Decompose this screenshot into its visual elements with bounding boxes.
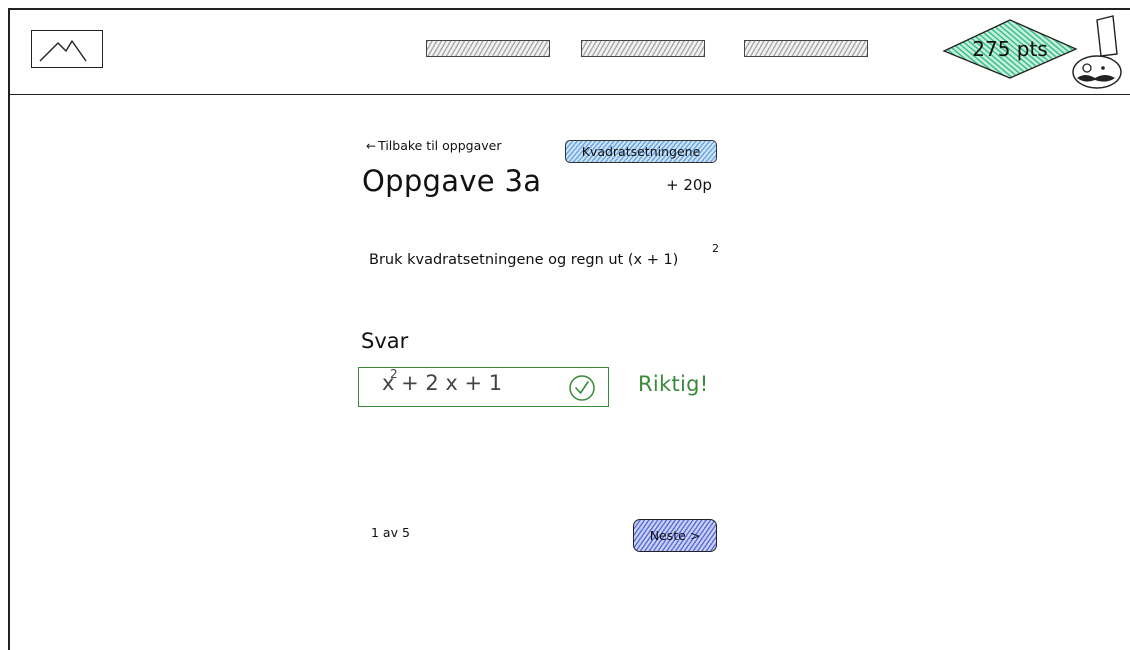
arrow-left-icon: ← [366, 138, 377, 153]
question-body: Bruk kvadratsetningene og regn ut (x + 1… [369, 252, 679, 268]
window-frame [8, 8, 1130, 650]
answer-status: Riktig! [638, 372, 709, 396]
pager: 1 av 5 [371, 525, 410, 540]
topic-tag[interactable]: Kvadratsetningene [565, 140, 717, 163]
page-title: Oppgave 3a [362, 164, 542, 198]
points-badge: 275 pts [940, 18, 1080, 80]
question-text: Bruk kvadratsetningene og regn ut (x + 1… [369, 242, 719, 268]
nav-item-3[interactable] [744, 40, 868, 57]
mountain-icon [39, 40, 87, 62]
answer-value: x2 + 2 x + 1 [382, 367, 503, 395]
points-value: 275 pts [972, 37, 1048, 61]
answer-label: Svar [361, 329, 409, 353]
check-circle-icon [569, 375, 595, 401]
next-button[interactable]: Neste > [633, 519, 717, 552]
chef-avatar-icon[interactable] [1067, 14, 1127, 94]
back-link[interactable]: ← Tilbake til oppgaver [366, 138, 501, 153]
question-exponent: 2 [712, 242, 719, 255]
back-link-label: Tilbake til oppgaver [378, 138, 502, 153]
logo[interactable] [31, 30, 103, 68]
nav-item-1[interactable] [426, 40, 550, 57]
answer-rest: + 2 x + 1 [394, 371, 503, 395]
answer-exponent: 2 [390, 367, 398, 381]
nav-item-2[interactable] [581, 40, 705, 57]
task-points: + 20p [666, 176, 712, 194]
